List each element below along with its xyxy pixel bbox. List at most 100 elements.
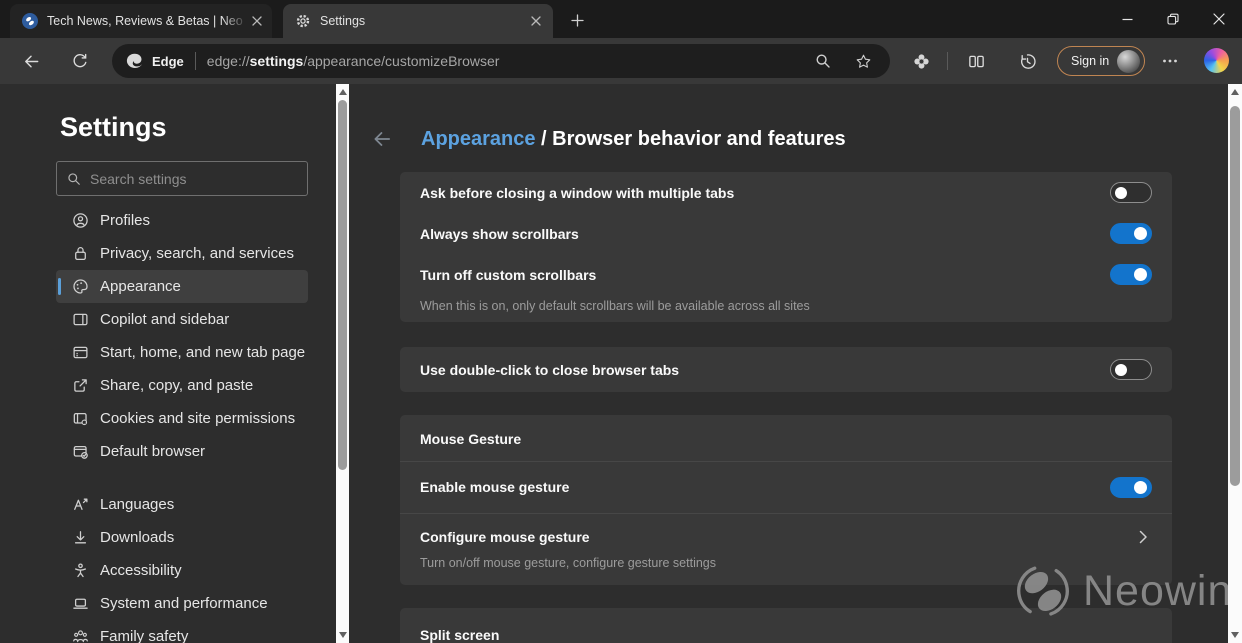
breadcrumb-back-button[interactable] — [369, 126, 395, 152]
chevron-right-icon[interactable] — [1134, 528, 1152, 546]
settings-search-box[interactable] — [56, 161, 308, 196]
more-ellipsis-icon — [1162, 53, 1178, 69]
tab-close-icon[interactable] — [248, 12, 266, 30]
split-screen-button[interactable] — [962, 47, 990, 75]
setting-row-configure-gesture[interactable]: Configure mouse gesture — [400, 517, 1172, 557]
back-button[interactable] — [17, 47, 45, 75]
history-button[interactable] — [1013, 47, 1041, 75]
settings-gear-icon — [295, 13, 311, 29]
sidebar-item-label: Start, home, and new tab page — [100, 344, 305, 361]
scrollbar-thumb[interactable] — [1230, 106, 1240, 486]
copilot-button[interactable] — [1204, 48, 1229, 73]
section-header: Mouse Gesture — [420, 431, 1152, 447]
sidebar-item-default-browser[interactable]: Default browser — [56, 435, 308, 468]
sidebar-item-start-home[interactable]: Start, home, and new tab page — [56, 336, 308, 369]
setting-row-enable-gesture: Enable mouse gesture — [400, 462, 1172, 512]
family-icon — [72, 628, 89, 643]
sidebar-item-languages[interactable]: Languages — [56, 488, 308, 521]
sidebar-item-accessibility[interactable]: Accessibility — [56, 554, 308, 587]
back-arrow-icon — [371, 128, 393, 150]
sidebar-item-copilot-sidebar[interactable]: Copilot and sidebar — [56, 303, 308, 336]
restore-button[interactable] — [1150, 0, 1196, 38]
breadcrumb-separator: / — [536, 128, 553, 150]
ask-close-toggle[interactable] — [1110, 182, 1152, 203]
tab-neowin[interactable]: Tech News, Reviews & Betas | Neo — [10, 4, 272, 38]
search-icon[interactable] — [810, 48, 836, 74]
share-icon — [72, 377, 89, 394]
url-text: edge://settings/appearance/customizeBrow… — [207, 53, 500, 69]
sidebar-item-appearance[interactable]: Appearance — [56, 270, 308, 303]
neowin-favicon-icon — [22, 13, 38, 29]
watermark-text: Neowin — [1083, 567, 1232, 616]
setting-label: Configure mouse gesture — [420, 529, 1134, 545]
back-arrow-icon — [22, 52, 41, 71]
sign-in-button[interactable]: Sign in — [1057, 46, 1145, 76]
refresh-button[interactable] — [66, 47, 94, 75]
sidebar-item-downloads[interactable]: Downloads — [56, 521, 308, 554]
favorite-star-icon[interactable] — [850, 48, 876, 74]
search-icon — [67, 172, 81, 186]
address-bar[interactable]: Edge edge://settings/appearance/customiz… — [112, 44, 890, 78]
scroll-up-arrow[interactable] — [339, 89, 347, 95]
sidebar-item-profiles[interactable]: Profiles — [56, 204, 308, 237]
custom-scrollbars-toggle[interactable] — [1110, 264, 1152, 285]
site-label: Edge — [152, 54, 184, 69]
sidebar-item-label: System and performance — [100, 595, 268, 612]
sidebar-item-label: Accessibility — [100, 562, 182, 579]
divider — [195, 52, 196, 70]
cookie-settings-icon — [72, 410, 89, 427]
setting-sublabel: When this is on, only default scrollbars… — [420, 299, 810, 313]
settings-card-mouse-gesture: Mouse Gesture Enable mouse gesture Confi… — [400, 415, 1172, 585]
neowin-watermark: Neowin — [1015, 563, 1232, 619]
scroll-up-arrow[interactable] — [1231, 89, 1239, 95]
settings-nav: Profiles Privacy, search, and services A… — [56, 204, 308, 643]
setting-label: Ask before closing a window with multipl… — [420, 185, 1110, 201]
extensions-button[interactable] — [907, 47, 935, 75]
setting-label: Always show scrollbars — [420, 226, 1110, 242]
scrollbar-thumb[interactable] — [338, 100, 347, 470]
nav-group-gap — [56, 468, 308, 488]
breadcrumb: Appearance / Browser behavior and featur… — [421, 128, 846, 151]
setting-sublabel: Turn on/off mouse gesture, configure ges… — [420, 556, 716, 570]
tab-settings[interactable]: Settings — [283, 4, 553, 38]
neowin-logo-icon — [1015, 563, 1071, 619]
sidebar-item-family-safety[interactable]: Family safety — [56, 620, 308, 643]
setting-row-custom-scrollbars: Turn off custom scrollbars — [400, 254, 1172, 295]
window-controls — [1104, 0, 1242, 38]
minimize-button[interactable] — [1104, 0, 1150, 38]
settings-card-scrollbars: Ask before closing a window with multipl… — [400, 172, 1172, 322]
setting-label: Enable mouse gesture — [420, 479, 1110, 495]
sidebar-item-privacy[interactable]: Privacy, search, and services — [56, 237, 308, 270]
laptop-icon — [72, 595, 89, 612]
main-scrollbar[interactable] — [1228, 84, 1242, 643]
split-screen-icon — [967, 52, 986, 71]
new-tab-button[interactable] — [564, 7, 590, 33]
tab-close-icon[interactable] — [527, 12, 545, 30]
sidebar-item-share-copy-paste[interactable]: Share, copy, and paste — [56, 369, 308, 402]
sidebar-item-label: Cookies and site permissions — [100, 410, 295, 427]
toggle-knob — [1134, 268, 1147, 281]
main-content: Appearance / Browser behavior and featur… — [349, 84, 1228, 643]
setting-row-show-scrollbars: Always show scrollbars — [400, 213, 1172, 254]
sidebar-layout-icon — [72, 311, 89, 328]
lock-icon — [72, 245, 89, 262]
enable-gesture-toggle[interactable] — [1110, 477, 1152, 498]
sidebar-item-label: Share, copy, and paste — [100, 377, 253, 394]
sign-in-label: Sign in — [1071, 54, 1109, 68]
show-scrollbars-toggle[interactable] — [1110, 223, 1152, 244]
copilot-icon — [1204, 48, 1229, 73]
sidebar-item-label: Downloads — [100, 529, 174, 546]
sidebar-item-system-performance[interactable]: System and performance — [56, 587, 308, 620]
search-input[interactable] — [90, 171, 297, 187]
setting-label: Use double-click to close browser tabs — [420, 362, 1110, 378]
sidebar-item-cookies-permissions[interactable]: Cookies and site permissions — [56, 402, 308, 435]
double-click-toggle[interactable] — [1110, 359, 1152, 380]
avatar — [1117, 50, 1140, 73]
sidebar-item-label: Profiles — [100, 212, 150, 229]
more-options-button[interactable] — [1156, 47, 1184, 75]
close-window-button[interactable] — [1196, 0, 1242, 38]
sidebar-scrollbar[interactable] — [336, 84, 349, 643]
scroll-down-arrow[interactable] — [1231, 632, 1239, 638]
breadcrumb-appearance-link[interactable]: Appearance — [421, 128, 536, 150]
scroll-down-arrow[interactable] — [339, 632, 347, 638]
